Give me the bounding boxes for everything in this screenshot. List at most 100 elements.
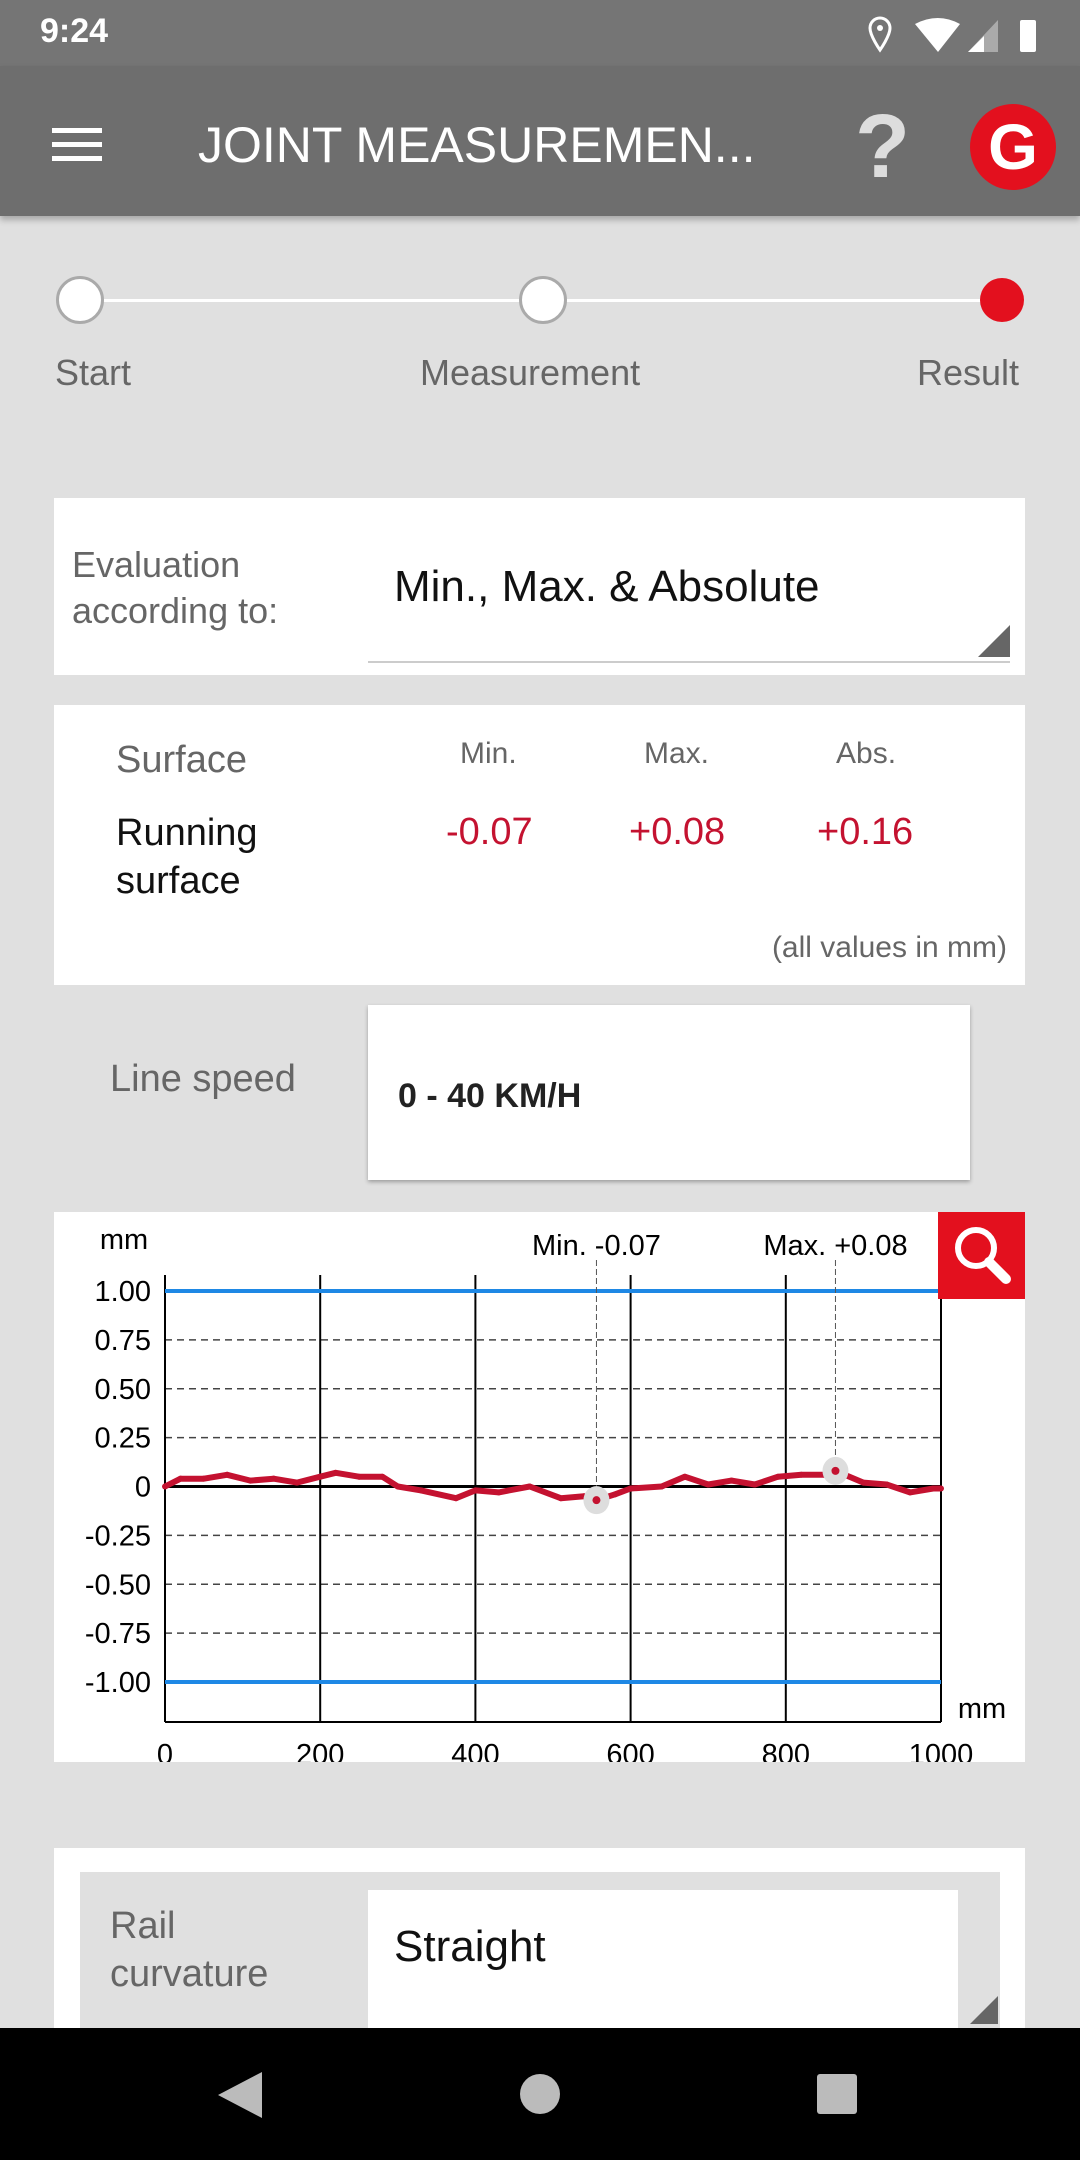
data-point [728, 1477, 735, 1484]
line-speed-select[interactable]: 0 - 40 KM/H [368, 1005, 970, 1180]
line-speed-label: Line speed [110, 1058, 296, 1100]
step-label: Start [55, 352, 132, 393]
data-point [247, 1477, 254, 1484]
y-tick-label: -0.50 [85, 1569, 151, 1601]
y-tick-label: 1.00 [95, 1276, 151, 1308]
max-header: Max. [644, 737, 710, 770]
step-result-circle[interactable] [980, 278, 1024, 322]
recents-icon[interactable] [817, 2074, 857, 2114]
step-label: Result [917, 352, 1020, 393]
data-point [860, 1479, 867, 1486]
data-point [495, 1489, 502, 1496]
y-tick-label: 0.50 [95, 1374, 151, 1406]
status-icons [868, 16, 1036, 53]
data-point [883, 1481, 890, 1488]
data-point [938, 1485, 944, 1492]
x-tick-label: 200 [296, 1739, 344, 1762]
y-tick-label: 0.25 [95, 1423, 151, 1455]
x-tick-label: 600 [606, 1739, 654, 1762]
zoom-button[interactable] [938, 1212, 1025, 1299]
x-axis-label: mm [958, 1693, 1006, 1725]
data-point [356, 1473, 362, 1480]
location-icon [868, 16, 892, 53]
rail-curvature-label: Rail curvature [110, 1905, 269, 1995]
profile-chart: 1.00 0.75 0.50 0.25 0 -0.25 -0.50 -0.75 -1.00 0 20… [85, 1224, 1006, 1771]
evaluation-label: Evaluation according to: [72, 544, 279, 631]
y-tick-label: -0.25 [85, 1520, 151, 1552]
x-tick-label: 0 [157, 1739, 173, 1762]
x-tick-label: 1000 [909, 1739, 974, 1762]
status-time: 9:24 [40, 12, 109, 50]
home-icon[interactable] [520, 2074, 560, 2114]
app-bar: JOINT MEASUREMEN... ? G [0, 66, 1080, 216]
step-measurement-circle[interactable] [519, 276, 567, 324]
max-value: +0.08 [629, 811, 726, 853]
line-speed-value: 0 - 40 KM/H [398, 1077, 582, 1115]
surface-header: Surface [116, 739, 247, 781]
data-point [681, 1473, 688, 1480]
data-point [317, 1473, 324, 1480]
magnifier-icon [955, 1227, 1011, 1284]
chart-card: 1.00 0.75 0.50 0.25 0 -0.25 -0.50 -0.75 -1.00 0 20… [54, 1212, 1025, 1771]
signal-icon [968, 20, 998, 52]
data-point [379, 1473, 386, 1480]
hamburger-menu-icon[interactable] [52, 128, 102, 161]
surface-name: Running surface [116, 812, 258, 902]
data-point [775, 1473, 782, 1480]
data-point [472, 1487, 479, 1494]
back-icon[interactable] [210, 2068, 270, 2122]
data-point [418, 1487, 425, 1494]
data-point [930, 1485, 937, 1492]
data-point [798, 1471, 805, 1478]
data-point [270, 1475, 277, 1482]
step-start-circle[interactable] [56, 276, 104, 324]
data-point [658, 1483, 665, 1490]
y-tick-label: -0.75 [85, 1618, 151, 1650]
data-point [177, 1475, 184, 1482]
evaluation-value: Min., Max. & Absolute [394, 562, 820, 611]
y-tick-label: -1.00 [85, 1667, 151, 1699]
data-point [705, 1481, 712, 1488]
data-point [453, 1495, 459, 1502]
extreme-point [831, 1466, 840, 1475]
battery-icon [1020, 20, 1036, 52]
navigation-bar [0, 2028, 1080, 2160]
wifi-icon [915, 18, 960, 52]
results-card: Surface Min. Max. Abs. Running surface -… [54, 705, 1025, 985]
x-tick-label: 800 [762, 1739, 810, 1762]
rail-curvature-select[interactable]: Straight [368, 1890, 958, 2030]
logo-icon[interactable]: G [970, 104, 1056, 190]
data-point [612, 1491, 619, 1498]
y-tick-label: 0 [135, 1472, 151, 1504]
abs-value: +0.16 [817, 811, 914, 853]
abs-header: Abs. [836, 737, 897, 770]
data-point [162, 1483, 168, 1490]
rail-curvature-card: Rail curvature Straight [54, 1848, 1025, 2030]
y-tick-label: 0.75 [95, 1325, 151, 1357]
status-bar: 9:24 [0, 0, 1080, 66]
rail-curvature-value: Straight [394, 1922, 546, 1971]
annotation-label: Max. +0.08 [763, 1230, 907, 1262]
evaluation-card: Evaluation according to: Min., Max. & Ab… [54, 498, 1025, 675]
data-point [526, 1483, 533, 1490]
step-label: Measurement [420, 352, 641, 393]
data-point [557, 1495, 564, 1502]
question-mark-icon[interactable]: ? [855, 96, 910, 199]
data-point [200, 1475, 207, 1482]
data-point [293, 1479, 300, 1486]
min-header: Min. [460, 737, 517, 770]
data-point [751, 1481, 758, 1488]
evaluation-select[interactable]: Min., Max. & Absolute [368, 528, 1010, 663]
data-point [906, 1489, 913, 1496]
dropdown-triangle-icon [970, 1996, 998, 2024]
min-value: -0.07 [446, 811, 533, 853]
stepper: Start Measurement Result [0, 260, 1080, 400]
data-point [224, 1471, 231, 1478]
annotation-label: Min. -0.07 [532, 1230, 661, 1262]
data-point [627, 1485, 634, 1492]
dropdown-triangle-icon [978, 625, 1010, 657]
extreme-point [592, 1496, 601, 1505]
x-tick-label: 400 [451, 1739, 499, 1762]
data-point [394, 1483, 401, 1490]
data-point [332, 1469, 339, 1476]
